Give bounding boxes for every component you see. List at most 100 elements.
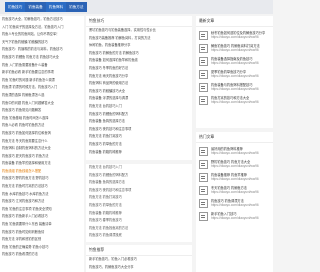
article-link[interactable]: 钓鱼方法 钓鱼打窝技巧 — [89, 194, 192, 202]
article-item[interactable]: 秋冬钓鱼如何选钓位及钓鲫鱼技巧分享 https://diaoyu.com/diao… — [199, 31, 270, 40]
article-text: 野钓钓鱼技巧 钓鱼方法大全 https://diaoyu.com/diaoyuxt… — [211, 160, 270, 168]
left-link[interactable]: 钓鱼技巧 钓鱼新手入门必看技巧 — [2, 213, 84, 221]
article-link[interactable]: 钓鱼装备 浮漂的选择与调漂 — [89, 95, 192, 103]
latest-section-title: 最新文章 — [196, 16, 273, 27]
article-item[interactable]: 钓鱼装备与钓鱼饵料搭配技巧 https://diaoyu.com/diaoyuxt… — [199, 83, 270, 92]
left-link[interactable]: 钓鱼人专业的钓鱼网站，让你不再空军！ — [2, 31, 84, 39]
article-item[interactable]: 夏季钓鱼钓草鱼技巧分享 https://diaoyu.com/diaoyuxt/w… — [199, 70, 270, 79]
left-link[interactable]: 钓鱼技巧 钓鱼常见问题解答 — [2, 107, 84, 115]
left-link[interactable]: 钓鱼技巧 钓鲤鱼 钓鱼方法 钓鱼技巧大全 — [2, 54, 84, 62]
article-url: https://diaoyu.com/diaoyuxt/ww96 — [211, 61, 259, 66]
left-link[interactable]: 新手钓鱼必看 新手钓鱼要注意的事项 — [2, 69, 84, 77]
article-url: https://diaoyu.com/diaoyuxt/ww96 — [211, 203, 259, 208]
article-link[interactable]: 钓鱼方法 台钓技巧入门 — [89, 103, 192, 111]
left-link[interactable]: 钓鱼方法 浮钓和底钓的区别 — [2, 236, 84, 244]
article-item[interactable]: 新手钓鱼入门技巧 https://diaoyu.com/diaoyuxt/ww96 — [199, 212, 270, 221]
left-link[interactable]: 钓鱼人必看 钓鱼时钓鱼的方法 — [2, 122, 84, 130]
left-link[interactable]: 天气下钓鱼钓鲢鳙 钓鲢鳙的技巧 — [2, 39, 84, 47]
left-link[interactable]: 钓鱼线组 钓鱼线组怎么搭配 — [2, 168, 84, 176]
nav-tab-3[interactable]: 钓鱼饵料 — [45, 2, 67, 12]
left-link[interactable]: 钓鱼技巧大全，钓鲫鱼技巧，钓鱼方法技巧 — [2, 16, 84, 24]
left-link[interactable]: 钓鱼技巧 野钓钓鱼方法 野钓技巧 — [2, 175, 84, 183]
left-link[interactable]: 钓鱼 钓鱼基础 钓鱼时间怎么选择 — [2, 115, 84, 123]
left-link[interactable]: 钓鱼技巧 江河钓鱼技巧和方法 — [2, 198, 84, 206]
article-link[interactable]: 钓鱼技巧 冬季钓鱼的好方法 — [89, 65, 192, 73]
article-link[interactable]: 钓鱼装备 钓箱钓椅推荐 — [89, 210, 192, 218]
article-text: 夏季钓鱼钓草鱼技巧分享 https://diaoyu.com/diaoyuxt/w… — [211, 70, 270, 78]
article-url: https://diaoyu.com/diaoyuxt/ww96 — [211, 35, 259, 40]
left-link[interactable]: 钓鱼技巧 夏天钓鱼技巧 钓鱼方法 — [2, 153, 84, 161]
article-item[interactable]: 钓鱼技巧 钓鱼调漂方法 https://diaoyu.com/diaoyuxt/w… — [199, 199, 270, 208]
article-link[interactable]: 钓鱼技巧 夜钓技巧和注意事项 — [89, 187, 192, 195]
nav-bar: 钓鱼技巧 钓鱼装备 钓鱼饵料 钓鱼方法 — [5, 2, 87, 12]
article-link[interactable]: 钓鱼技巧 夜钓技巧和注意事项 — [89, 126, 192, 134]
article-item[interactable]: 钓鱼装备推荐 钓鱼竿推荐 https://diaoyu.com/diaoyuxt/… — [199, 173, 270, 182]
article-link[interactable]: 钓鱼方法 雨天钓鱼技巧分享 — [89, 73, 192, 81]
article-link[interactable]: 钓鱼装备 钓箱钓椅推荐 — [89, 149, 192, 157]
article-item[interactable]: 钓鱼装备选择指南及钓鱼技巧 https://diaoyu.com/diaoyuxt… — [199, 57, 270, 66]
document-icon — [199, 173, 208, 182]
article-link[interactable]: 钓鱼装备 鱼钩的选择方法 — [89, 118, 192, 126]
nav-tab-1[interactable]: 钓鱼技巧 — [5, 2, 26, 12]
article-url: https://diaoyu.com/diaoyuxt/ww96 — [211, 48, 259, 53]
left-link[interactable]: 钓鱼中的问题 钓鱼入门问题解答大全 — [2, 100, 84, 108]
left-link[interactable]: 钓鱼技巧：钓翘嘴的钓法与窝料，钓鱼技巧 — [2, 46, 84, 54]
article-link[interactable]: 钓鱼技巧 钓鲤鱼的饵料配方 — [89, 172, 192, 180]
nav-tab-4[interactable]: 钓鱼方法 — [66, 2, 87, 12]
left-link[interactable]: 钓鱼饵料 自制钓鱼饵料的方法大全 — [2, 145, 84, 153]
article-text: 鲫鱼钓鱼技巧 钓鲫鱼窝料打窝方法 https://diaoyu.com/diaoy… — [211, 44, 270, 52]
left-link-list: 钓鱼技巧大全，钓鲫鱼技巧，钓鱼方法技巧 入门 钓鱼窝子的选择及方法，钓鱼技巧入门钓… — [0, 16, 84, 272]
document-icon — [199, 96, 208, 105]
left-link[interactable]: 钓鱼 钓鱼需要带什么东西 装备清单 — [2, 221, 84, 229]
article-text: 新手钓鱼入门技巧 https://diaoyu.com/diaoyuxt/ww96 — [211, 212, 270, 220]
article-item[interactable]: 鲫鱼钓鱼技巧 钓鲫鱼窝料打窝方法 https://diaoyu.com/diaoy… — [199, 44, 270, 53]
article-url: https://diaoyu.com/diaoyuxt/ww96 — [211, 177, 259, 182]
article-link[interactable]: 钓鱼装备 鱼钩的选择方法 — [89, 179, 192, 187]
article-item[interactable]: 野钓钓鱼技巧 钓鱼方法大全 https://diaoyu.com/diaoyuxt… — [199, 160, 270, 169]
left-link[interactable]: 钓鱼漂的选择 钓鲫鱼漂怎么选 — [2, 92, 84, 100]
recommend-link[interactable]: 新手钓鱼技巧，钓鱼入门必看技巧 — [89, 256, 192, 264]
article-link[interactable]: 休闲钓鱼，钓鱼装备推荐分享 — [89, 42, 192, 50]
article-link[interactable]: 钓鱼技巧 钓鲢鳙技巧大全 — [89, 88, 192, 96]
article-link[interactable]: 钓鱼方法 台钓技巧入门 — [89, 164, 192, 172]
article-link[interactable]: 钓鱼技巧 钓鱼调漂找底 — [89, 232, 192, 240]
document-icon — [199, 70, 208, 79]
article-item[interactable]: 冬天钓鱼技巧 钓鲫鱼方法 https://diaoyu.com/diaoyuxt/… — [199, 186, 270, 195]
left-link[interactable]: 钓鱼装备 钓鱼竿的选择和使用方法 — [2, 160, 84, 168]
article-link[interactable]: 钓鱼方法 钓鱼找鱼窝的方法 — [89, 225, 192, 233]
left-link[interactable]: 钓鱼技巧 钓鱼看漂的方法 — [2, 251, 84, 259]
left-link[interactable]: 钓鱼漂 钓漂的时候方法，钓鱼技巧入门 — [2, 84, 84, 92]
article-link[interactable]: 钓鱼方法 钓鱼打窝技巧 — [89, 133, 192, 141]
left-link[interactable]: 钓鱼技巧 钓鱼如何选择钓位和鱼饵 — [2, 130, 84, 138]
left-link[interactable]: 钓鱼 钓鱼的正确姿势 钓鱼小技巧 — [2, 244, 84, 252]
middle-lines: 黑坑钓鱼技巧与钓鱼装备选择，实用性与性价比 钓鱼技巧装备推荐 钓鲫鱼窝料，打窝的方… — [86, 27, 192, 156]
article-link[interactable]: 黑坑钓鱼技巧与钓鱼装备选择，实用性与性价比 — [89, 27, 192, 35]
left-link[interactable]: 钓鱼方法 冬天钓鱼需要注意什么 — [2, 138, 84, 146]
left-link[interactable]: 钓鱼 水库钓鱼技巧 水库钓鱼方法 — [2, 191, 84, 199]
left-link[interactable]: 钓鱼 入门钓鱼需要准备什么装备 — [2, 62, 84, 70]
document-icon — [199, 44, 208, 53]
recommend-link[interactable]: 钓鱼技巧，钓鲫鱼技巧大全分享 — [89, 264, 192, 272]
article-link[interactable]: 钓鱼饵料 商品饵的使用方法 — [89, 80, 192, 88]
article-url: https://diaoyu.com/diaoyuxt/ww96 — [211, 74, 259, 79]
article-link[interactable]: 钓鱼技巧 春季钓鱼技巧 — [89, 217, 192, 225]
article-link[interactable]: 钓鱼技巧 钓鲤鱼的饵料配方 — [89, 111, 192, 119]
latest-items: 秋冬钓鱼如何选钓位及钓鲫鱼技巧分享 https://diaoyu.com/diao… — [196, 31, 273, 105]
article-link[interactable]: 钓鱼技巧装备推荐 钓鲫鱼窝料，打窝的方法 — [89, 35, 192, 43]
article-text: 冬天钓鱼技巧 钓鲫鱼方法 https://diaoyu.com/diaoyuxt/… — [211, 186, 270, 194]
article-item[interactable]: 钓鱼打窝的技巧和方法大全 https://diaoyu.com/diaoyuxt/… — [199, 96, 270, 105]
article-url: https://diaoyu.com/diaoyuxt/ww96 — [211, 151, 259, 156]
document-icon — [199, 147, 208, 156]
article-link[interactable]: 钓鱼技巧 钓鲫鱼的方法 钓鲫鱼技巧 — [89, 50, 192, 58]
left-link[interactable]: 钓鱼技巧 钓鱼时如何判断鱼情 — [2, 229, 84, 237]
article-item[interactable]: 最好用的钓鱼饵料推荐 https://diaoyu.com/diaoyuxt/ww… — [199, 147, 270, 156]
article-link[interactable]: 钓鱼装备 如何选择钓鱼竿和钓鱼线 — [89, 57, 192, 65]
left-link[interactable]: 钓鱼 钓鱼的注意事项 钓鱼安全须知 — [2, 206, 84, 214]
left-link[interactable]: 钓鱼 钓鱼时的问题 新手钓鱼怎么调漂 — [2, 77, 84, 85]
nav-tab-2[interactable]: 钓鱼装备 — [25, 2, 46, 12]
left-link[interactable]: 钓鱼方法 钓鱼时打窝的方法技巧 — [2, 183, 84, 191]
article-url: https://diaoyu.com/diaoyuxt/ww96 — [211, 164, 259, 169]
left-link[interactable]: 入门 钓鱼窝子的选择及方法，钓鱼技巧入门 — [2, 24, 84, 32]
article-link[interactable]: 钓鱼技巧 钓草鱼的方法 — [89, 141, 192, 149]
article-link[interactable]: 钓鱼技巧 钓草鱼的方法 — [89, 202, 192, 210]
